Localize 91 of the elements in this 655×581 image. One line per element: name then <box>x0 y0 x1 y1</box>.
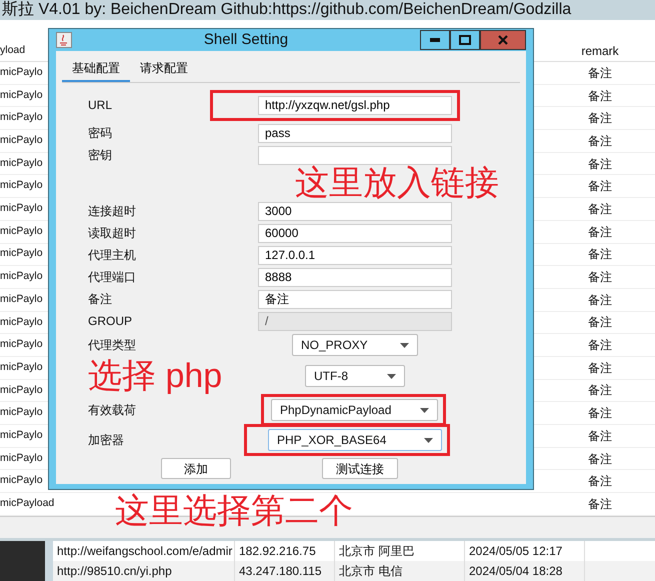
minimize-button[interactable] <box>420 30 450 50</box>
table-cell-text: 备注 <box>587 132 613 150</box>
table-cell-text: 备注 <box>587 269 613 286</box>
table-cell-text: 备注 <box>587 178 613 196</box>
table-cell-text: micPaylo <box>0 337 43 352</box>
field-label: 代理端口 <box>88 269 137 286</box>
table-cell: http://98510.cn/yi.php <box>53 560 235 581</box>
annotation-text: 这里选择第二个 <box>115 494 353 528</box>
field-label: GROUP <box>88 313 134 330</box>
table-cell-text: micPaylo <box>0 382 43 398</box>
field-label: 备注 <box>88 291 113 308</box>
input-field[interactable]: 3000 <box>258 202 452 220</box>
table-cell-text: 备注 <box>587 110 613 128</box>
table-cell: 2024/05/04 18:28 <box>465 560 585 581</box>
column-header: yload <box>0 42 26 58</box>
field-label: URL <box>88 97 114 114</box>
dropdown[interactable]: NO_PROXY <box>292 334 418 356</box>
close-icon <box>498 35 508 45</box>
table-cell-text: micPaylo <box>0 246 43 262</box>
table-cell-text: micPaylo <box>0 64 43 80</box>
annotation-text: 选择 php <box>88 359 224 393</box>
dialog-button[interactable]: 测试连接 <box>322 458 398 479</box>
table-cell-text: micPaylo <box>0 110 43 126</box>
caret-icon <box>400 342 409 348</box>
table-cell-text: micPaylo <box>0 405 43 420</box>
table-cell-text: 备注 <box>587 292 613 309</box>
table-cell-text: 备注 <box>587 64 613 82</box>
field-label: 连接超时 <box>88 203 137 220</box>
table-cell-text: 备注 <box>587 200 613 218</box>
table-cell: 43.247.180.115 <box>235 560 335 581</box>
table-cell-text: micPaylo <box>0 450 43 466</box>
table-cell-text: micPaylo <box>0 178 43 194</box>
table-cell-text: 备注 <box>587 88 613 105</box>
table-cell-text: micPaylo <box>0 360 43 375</box>
input-field[interactable]: 127.0.0.1 <box>258 246 452 264</box>
input-field[interactable]: 备注 <box>258 290 452 308</box>
annotation-text: 这里放入链接 <box>295 166 499 200</box>
table-cell-text: 备注 <box>587 337 613 354</box>
table-cell-text: 备注 <box>587 428 613 445</box>
dialog-title: Shell Setting <box>202 30 290 50</box>
table-cell-text: 备注 <box>587 156 613 173</box>
java-icon <box>56 32 72 48</box>
table-cell-text: 备注 <box>587 405 613 422</box>
table-cell-text: 备注 <box>587 314 613 332</box>
table-cell-text: 备注 <box>587 246 613 264</box>
dropdown[interactable]: PhpDynamicPayload <box>271 399 438 421</box>
table-cell-text: micPaylo <box>0 88 43 103</box>
table-cell-text: micPaylo <box>0 292 43 307</box>
dropdown[interactable]: PHP_XOR_BASE64 <box>268 429 442 451</box>
maximize-button[interactable] <box>450 30 480 50</box>
caret-icon <box>424 438 433 442</box>
table-cell-text: micPaylo <box>0 428 43 443</box>
close-button[interactable] <box>480 30 526 50</box>
caret-icon <box>387 374 396 378</box>
table-cell: 北京市 电信 <box>335 560 465 581</box>
field-label: 密钥 <box>88 147 113 164</box>
table-cell-text: 备注 <box>587 496 613 513</box>
table-cell-text: 备注 <box>587 224 613 241</box>
table-cell-text: micPayload <box>0 496 54 512</box>
input-field[interactable]: http://yxzqw.net/gsl.php <box>258 96 452 114</box>
field-label: 密码 <box>88 125 113 142</box>
caret-icon <box>420 408 429 412</box>
table-cell-text: micPaylo <box>0 201 43 216</box>
table-cell-text: 备注 <box>587 382 613 400</box>
field-label: 代理类型 <box>88 337 137 354</box>
minimize-icon <box>430 38 440 42</box>
dark-panel <box>0 540 45 581</box>
table-cell-text: micPaylo <box>0 473 43 488</box>
field-label: 加密器 <box>88 432 125 449</box>
table-cell-text: micPaylo <box>0 156 43 171</box>
input-field[interactable] <box>258 146 452 164</box>
input-field[interactable]: pass <box>258 124 452 142</box>
input-field[interactable]: 8888 <box>258 268 452 286</box>
table-cell-text: micPaylo <box>0 314 43 330</box>
window-title: 斯拉 V4.01 by: BeichenDream Github:https://github.com/BeichenDream/Godzilla <box>0 0 655 20</box>
table-cell-text: 备注 <box>587 360 613 377</box>
table-cell-text: 备注 <box>587 450 613 468</box>
tab[interactable]: 基础配置 <box>62 55 130 82</box>
field-label: 代理主机 <box>88 247 137 264</box>
input-field[interactable]: 60000 <box>258 224 452 242</box>
dialog-button[interactable]: 添加 <box>161 458 231 479</box>
table-cell-text: micPaylo <box>0 133 43 148</box>
field-label: 有效载荷 <box>88 402 137 419</box>
field-label: 读取超时 <box>88 225 137 242</box>
column-header: remark <box>580 42 620 60</box>
table-cell-text: micPaylo <box>0 269 43 284</box>
dropdown[interactable]: UTF-8 <box>305 365 405 387</box>
table-cell-text: micPaylo <box>0 224 43 239</box>
maximize-icon <box>459 35 471 45</box>
table-cell-text: 备注 <box>587 473 613 490</box>
tab[interactable]: 请求配置 <box>130 55 198 82</box>
